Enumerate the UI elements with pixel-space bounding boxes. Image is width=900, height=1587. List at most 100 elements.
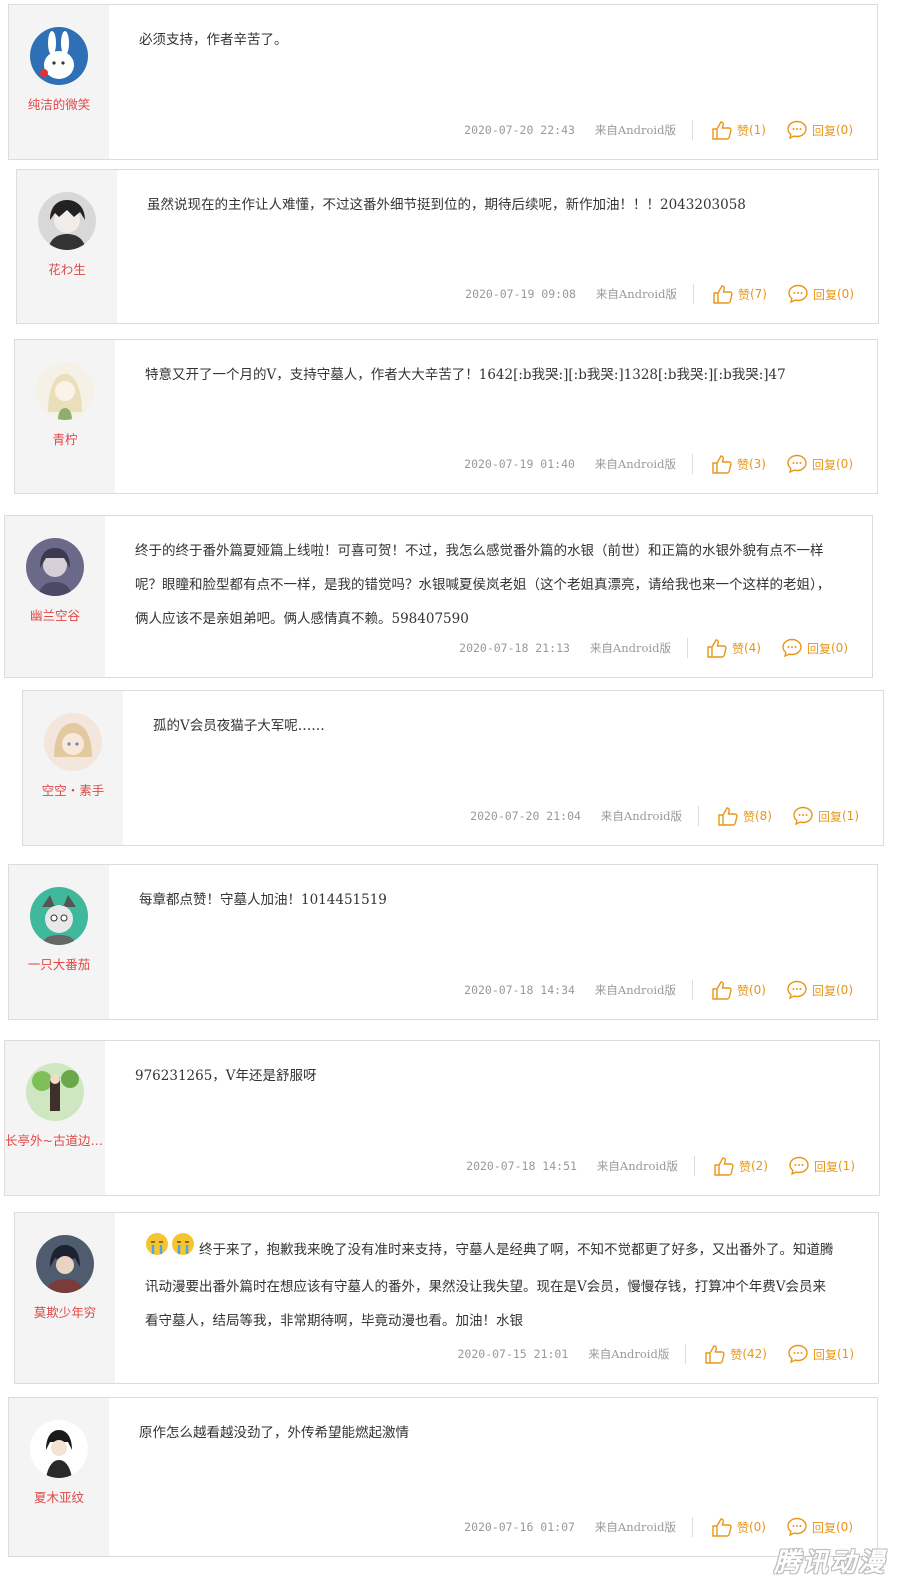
username[interactable]: 青柠 (15, 429, 115, 448)
reply-count: (1) (837, 1347, 854, 1361)
comment-footer: 2020-07-16 01:07 来自Android版 赞 (0) 回复 (0) (464, 1516, 853, 1538)
reply-count: (1) (842, 809, 859, 823)
comment-footer: 2020-07-18 14:34 来自Android版 赞 (0) 回复 (0) (464, 979, 853, 1001)
reply-button[interactable]: 回复 (1) (788, 1156, 855, 1176)
like-button[interactable]: 赞 (8) (717, 806, 772, 826)
reply-label: 回复 (811, 983, 836, 998)
reply-button[interactable]: 回复 (0) (786, 1517, 853, 1537)
like-label: 赞 (742, 809, 755, 824)
reply-label: 回复 (811, 123, 836, 138)
like-button[interactable]: 赞 (0) (711, 980, 766, 1000)
like-button[interactable]: 赞 (7) (712, 284, 767, 304)
user-avatar[interactable] (26, 538, 84, 596)
watermark-logo: 腾讯动漫 (773, 1548, 886, 1578)
comment-card: 幽兰空谷 终于的终于番外篇夏娅篇上线啦！可喜可贺！不过，我怎么感觉番外篇的水银（… (4, 515, 873, 678)
user-avatar[interactable] (36, 1235, 94, 1293)
like-button[interactable]: 赞 (2) (713, 1156, 768, 1176)
comment-card: 一只大番茄 每章都点赞！守墓人加油！1014451519 2020-07-18 … (8, 864, 878, 1020)
comment-card: 空空・素手 孤的V会员夜猫子大军呢…… 2020-07-20 21:04 来自A… (22, 690, 884, 846)
thumbs-up-icon (712, 981, 732, 1000)
username[interactable]: 一只大番茄 (9, 954, 109, 973)
user-panel: 青柠 (15, 340, 115, 493)
user-avatar[interactable] (30, 27, 88, 85)
like-button[interactable]: 赞 (1) (711, 120, 766, 140)
thumbs-up-icon (718, 807, 738, 826)
username[interactable]: 空空・素手 (23, 780, 123, 799)
comment-text: 特意又开了一个月的V，支持守墓人，作者大大辛苦了！1642[:b我哭:][:b我… (145, 367, 786, 383)
like-count: (2) (750, 1159, 768, 1173)
comment-source: 来自Android版 (594, 457, 676, 471)
reply-button[interactable]: 回复 (0) (781, 638, 848, 658)
speech-bubble-icon (789, 1156, 809, 1176)
comment-card: 花わ生 虽然说现在的主作让人难懂，不过这番外细节挺到位的，期待后续呢，新作加油！… (16, 169, 879, 324)
username[interactable]: 幽兰空谷 (5, 605, 105, 624)
comment-source: 来自Android版 (600, 809, 682, 823)
like-button[interactable]: 赞 (0) (711, 1517, 766, 1537)
like-button[interactable]: 赞 (42) (704, 1344, 767, 1364)
comment-source: 来自Android版 (588, 1347, 670, 1361)
thumbs-up-icon (712, 1518, 732, 1537)
comment-card: 长亭外~古道边~… 976231265，V年还是舒服呀 2020-07-18 1… (4, 1040, 880, 1196)
like-count: (42) (742, 1347, 767, 1361)
divider (693, 1156, 695, 1176)
user-avatar[interactable] (26, 1063, 84, 1121)
user-panel: 幽兰空谷 (5, 516, 105, 677)
speech-bubble-icon (787, 120, 807, 140)
like-button[interactable]: 赞 (3) (711, 454, 766, 474)
comment-text: 976231265，V年还是舒服呀 (135, 1068, 317, 1084)
comment-time: 2020-07-15 21:01 (457, 1347, 569, 1361)
reply-button[interactable]: 回复 (0) (787, 284, 854, 304)
user-avatar[interactable] (36, 362, 94, 420)
reply-label: 回复 (806, 641, 831, 656)
comment-text: 必须支持，作者辛苦了。 (139, 32, 288, 48)
comment-footer: 2020-07-15 21:01 来自Android版 赞 (42) 回复 (1) (457, 1343, 854, 1365)
reply-count: (0) (831, 641, 848, 655)
comment-source: 来自Android版 (594, 983, 676, 997)
user-avatar[interactable] (44, 713, 102, 771)
like-label: 赞 (736, 983, 749, 998)
reply-label: 回复 (812, 287, 837, 302)
comment-text: 终于的终于番外篇夏娅篇上线啦！可喜可贺！不过，我怎么感觉番外篇的水银（前世）和正… (135, 543, 831, 627)
like-label: 赞 (730, 1347, 743, 1362)
speech-bubble-icon (787, 980, 807, 1000)
speech-bubble-icon (787, 1517, 807, 1537)
username[interactable]: 长亭外~古道边~… (5, 1130, 105, 1149)
comment-time: 2020-07-20 22:43 (464, 123, 575, 137)
like-button[interactable]: 赞 (4) (706, 638, 761, 658)
like-count: (1) (748, 123, 766, 137)
reply-button[interactable]: 回复 (1) (792, 806, 859, 826)
reply-count: (0) (836, 1520, 853, 1534)
like-count: (8) (754, 809, 772, 823)
comment-card: 青柠 特意又开了一个月的V，支持守墓人，作者大大辛苦了！1642[:b我哭:][… (14, 339, 878, 494)
user-avatar[interactable] (30, 1420, 88, 1478)
comment-source: 来自Android版 (589, 641, 671, 655)
comment-footer: 2020-07-20 21:04 来自Android版 赞 (8) 回复 (1) (470, 805, 859, 827)
user-avatar[interactable] (38, 192, 96, 250)
comment-card: 夏木亚纹 原作怎么越看越没劲了，外传希望能燃起激情 2020-07-16 01:… (8, 1397, 878, 1557)
comment-text: 终于来了，抱歉我来晚了没有准时来支持，守墓人是经典了啊，不知不觉都更了好多，又出… (145, 1231, 838, 1338)
username[interactable]: 纯洁的微笑 (9, 94, 109, 113)
speech-bubble-icon (793, 806, 813, 826)
username[interactable]: 花わ生 (17, 259, 117, 278)
comment-body: 终于来了，抱歉我来晚了没有准时来支持，守墓人是经典了啊，不知不觉都更了好多，又出… (145, 1242, 834, 1329)
reply-button[interactable]: 回复 (1) (787, 1344, 854, 1364)
username[interactable]: 莫欺少年穷 (15, 1302, 115, 1321)
reply-button[interactable]: 回复 (0) (786, 120, 853, 140)
comment-footer: 2020-07-20 22:43 来自Android版 赞 (1) 回复 (0) (464, 119, 853, 141)
reply-button[interactable]: 回复 (0) (786, 454, 853, 474)
reply-count: (0) (836, 457, 853, 471)
username[interactable]: 夏木亚纹 (9, 1487, 109, 1506)
user-avatar[interactable] (30, 887, 88, 945)
comment-text: 虽然说现在的主作让人难懂，不过这番外细节挺到位的，期待后续呢，新作加油！！！20… (147, 197, 746, 213)
user-panel: 长亭外~古道边~… (5, 1041, 105, 1195)
user-panel: 莫欺少年穷 (15, 1213, 115, 1383)
reply-button[interactable]: 回复 (0) (786, 980, 853, 1000)
thumbs-up-icon (712, 121, 732, 140)
thumbs-up-icon (707, 639, 727, 658)
comment-time: 2020-07-18 14:34 (464, 983, 575, 997)
comment-footer: 2020-07-18 21:13 来自Android版 赞 (4) 回复 (0) (459, 637, 848, 659)
like-count: (0) (748, 983, 766, 997)
divider (691, 454, 693, 474)
crying-emoji-icon (145, 1231, 197, 1270)
comment-time: 2020-07-20 21:04 (470, 809, 581, 823)
